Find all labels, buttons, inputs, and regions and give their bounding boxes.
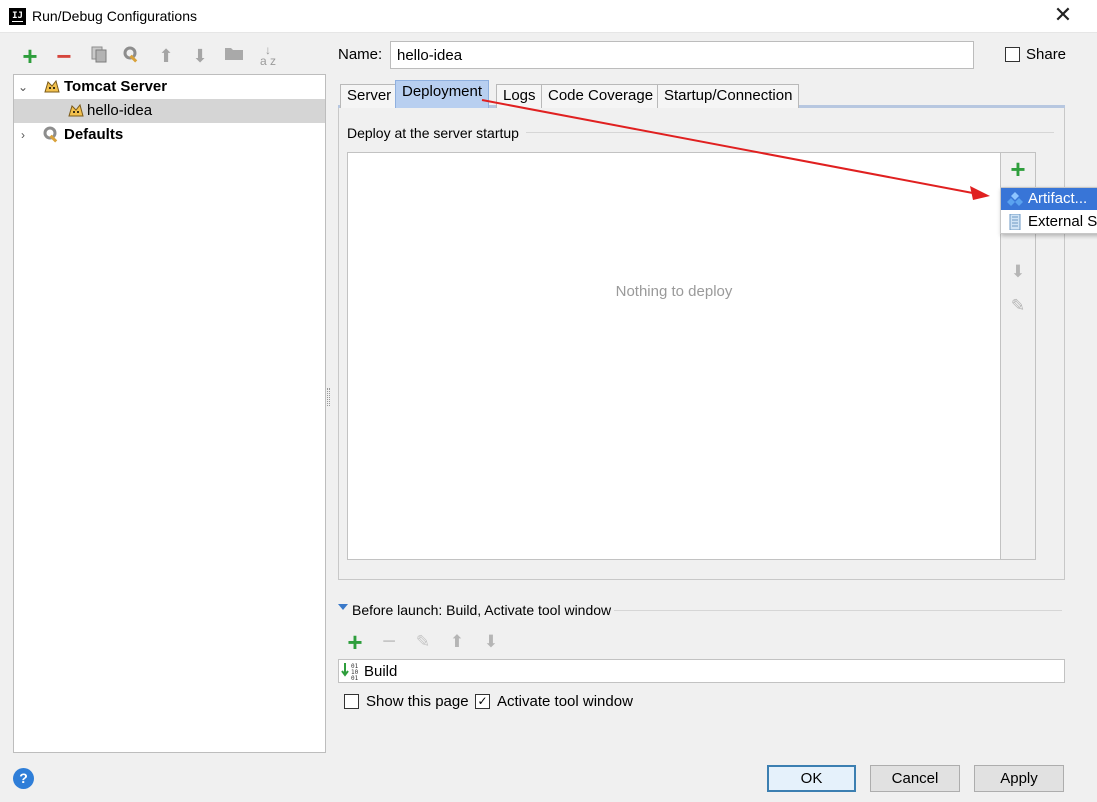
apply-button[interactable]: Apply <box>974 765 1064 792</box>
ok-button[interactable]: OK <box>767 765 856 792</box>
collapse-triangle-icon[interactable] <box>338 604 348 610</box>
move-down-icon[interactable]: ⬇ <box>480 631 502 653</box>
task-build-label: Build <box>364 663 398 680</box>
remove-task-icon[interactable]: − <box>378 630 400 654</box>
divider <box>614 610 1062 611</box>
show-this-page-label: Show this page <box>366 693 469 710</box>
before-launch-task-list[interactable] <box>338 659 1065 683</box>
activate-tool-window-label: Activate tool window <box>497 693 633 710</box>
build-icon: 01 10 01 <box>341 663 359 680</box>
move-up-icon[interactable]: ⬆ <box>446 631 468 653</box>
show-this-page-checkbox[interactable] <box>344 694 359 709</box>
add-task-icon[interactable]: + <box>344 629 366 655</box>
edit-task-icon[interactable]: ✎ <box>412 631 434 653</box>
before-launch-label[interactable]: Before launch: Build, Activate tool wind… <box>352 602 611 618</box>
activate-tool-window-checkbox[interactable]: ✓ <box>475 694 490 709</box>
svg-text:01: 01 <box>351 675 359 680</box>
help-button[interactable]: ? <box>13 768 34 789</box>
cancel-button[interactable]: Cancel <box>870 765 960 792</box>
